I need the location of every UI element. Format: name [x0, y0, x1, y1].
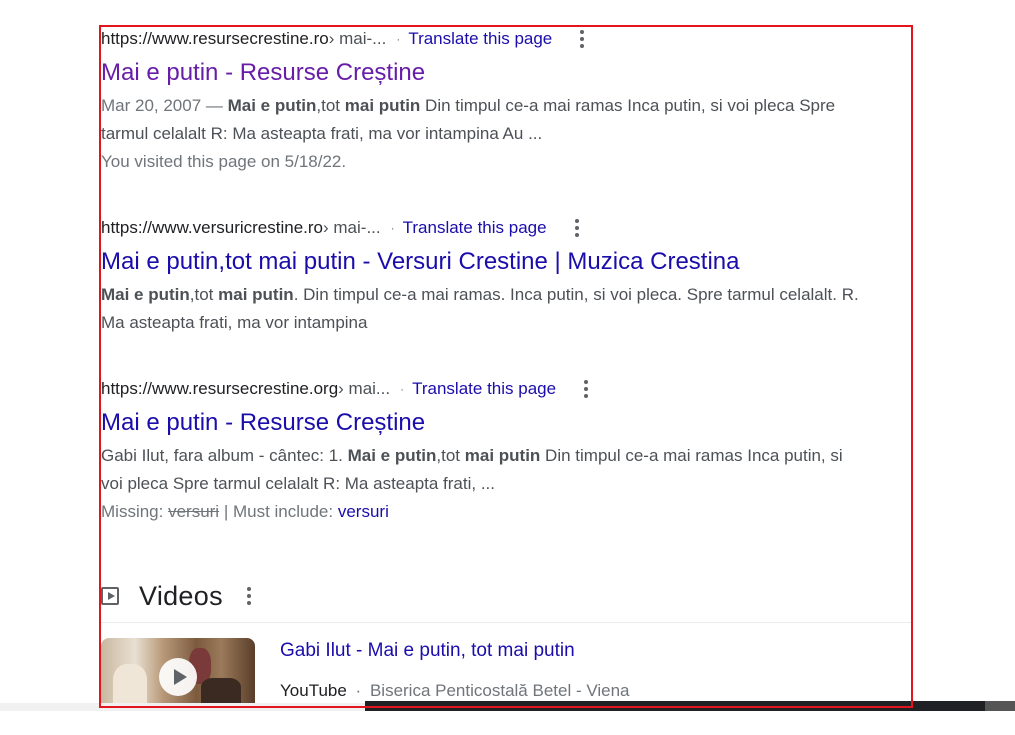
result-cite: https://www.versuricrestine.ro › mai-...… [101, 216, 861, 240]
result-breadcrumb[interactable]: › mai-... [329, 29, 387, 49]
result-title-link[interactable]: Mai e putin - Resurse Creștine [101, 408, 861, 438]
search-result: https://www.resursecrestine.org › mai...… [101, 377, 861, 526]
snippet-highlight: Mai e putin [101, 285, 190, 304]
search-result: https://www.versuricrestine.ro › mai-...… [101, 216, 861, 337]
snippet-text: Gabi Ilut, fara album - cântec: 1. [101, 446, 348, 465]
search-results-page: https://www.resursecrestine.ro › mai-...… [0, 0, 1015, 735]
video-thumbnail[interactable] [101, 638, 255, 708]
result-domain[interactable]: https://www.versuricrestine.ro [101, 218, 323, 238]
cite-separator: · [396, 32, 401, 46]
translate-page-link[interactable]: Translate this page [412, 379, 556, 399]
more-options-icon[interactable] [569, 217, 585, 239]
section-divider [101, 622, 913, 623]
video-source: YouTube [280, 681, 347, 700]
translate-page-link[interactable]: Translate this page [408, 29, 552, 49]
video-section-icon [101, 587, 119, 605]
snippet-highlight: Mai e putin [227, 96, 317, 115]
videos-section-header: Videos [101, 578, 913, 614]
result-snippet: Mai e putin,tot mai putin. Din timpul ce… [101, 281, 861, 337]
video-channel: Biserica Penticostală Betel - Viena [369, 681, 630, 700]
result-domain[interactable]: https://www.resursecrestine.org [101, 379, 338, 399]
snippet-text: ,tot [436, 446, 465, 465]
horizontal-scrollbar[interactable] [0, 701, 1015, 711]
result-domain[interactable]: https://www.resursecrestine.ro [101, 29, 329, 49]
videos-heading: Videos [139, 580, 223, 611]
missing-label: Missing: [101, 502, 169, 521]
result-date: Mar 20, 2007 — [101, 96, 228, 115]
search-result: https://www.resursecrestine.ro › mai-...… [101, 27, 861, 176]
must-include-link[interactable]: versuri [338, 502, 389, 521]
result-cite: https://www.resursecrestine.org › mai...… [101, 377, 861, 401]
must-include-label: | Must include: [219, 502, 338, 521]
result-snippet: Gabi Ilut, fara album - cântec: 1. Mai e… [101, 442, 861, 498]
play-icon[interactable] [159, 658, 197, 696]
cite-separator: · [390, 221, 395, 235]
video-result: Gabi Ilut - Mai e putin, tot mai putin Y… [101, 638, 913, 708]
result-cite: https://www.resursecrestine.ro › mai-...… [101, 27, 861, 51]
snippet-highlight: mai putin [218, 285, 294, 304]
video-meta: YouTube · Biserica Penticostală Betel - … [280, 679, 630, 703]
result-title-link[interactable]: Mai e putin,tot mai putin - Versuri Cres… [101, 247, 861, 277]
visited-note: You visited this page on 5/18/22. [101, 152, 347, 171]
snippet-text: ,tot [316, 96, 345, 115]
video-title-link[interactable]: Gabi Ilut - Mai e putin, tot mai putin [280, 638, 575, 664]
cite-separator: · [400, 382, 405, 396]
missing-terms: Missing: versuri | Must include: versuri [101, 498, 861, 526]
more-options-icon[interactable] [574, 28, 590, 50]
snippet-text: ,tot [189, 285, 219, 304]
video-meta-separator: · [355, 681, 362, 700]
missing-term: versuri [168, 502, 220, 521]
result-title-link[interactable]: Mai e putin - Resurse Creștine [101, 58, 861, 88]
more-options-icon[interactable] [578, 378, 594, 400]
snippet-highlight: mai putin [344, 96, 421, 115]
result-breadcrumb[interactable]: › mai... [338, 379, 390, 399]
snippet-highlight: mai putin [464, 446, 541, 465]
translate-page-link[interactable]: Translate this page [403, 218, 547, 238]
result-snippet: Mar 20, 2007 — Mai e putin,tot mai putin… [101, 92, 861, 148]
more-options-icon[interactable] [241, 585, 257, 607]
snippet-highlight: Mai e putin [347, 446, 437, 465]
result-breadcrumb[interactable]: › mai-... [323, 218, 381, 238]
